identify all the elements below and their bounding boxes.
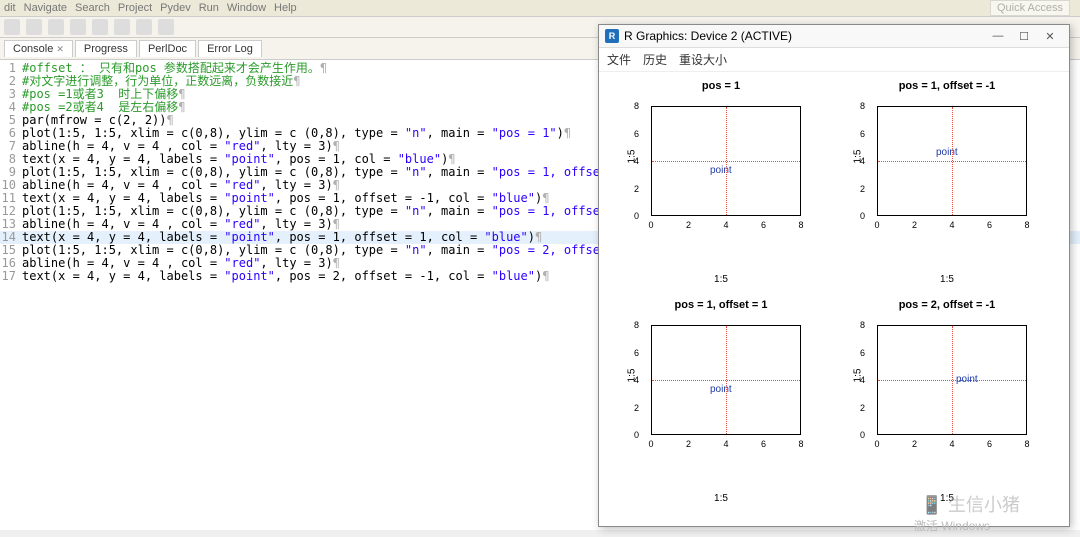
r-window-menubar[interactable]: 文件历史重设大小 <box>599 48 1069 72</box>
r-icon: R <box>605 29 619 43</box>
menu-window[interactable]: Window <box>227 2 266 14</box>
plot-grid: pos = 1point02468024681:51:5pos = 1, off… <box>599 72 1069 520</box>
minimize-button[interactable]: — <box>985 30 1011 42</box>
tab-error-log[interactable]: Error Log <box>198 40 262 57</box>
activate-windows: 激活 Windows <box>914 517 990 534</box>
tab-progress[interactable]: Progress <box>75 40 137 57</box>
toolbar-icon[interactable] <box>70 19 86 35</box>
r-menu-item[interactable]: 重设大小 <box>679 53 727 67</box>
menu-dit[interactable]: dit <box>4 2 16 14</box>
r-window-title: R Graphics: Device 2 (ACTIVE) <box>624 29 792 43</box>
plot-title: pos = 1, offset = -1 <box>837 80 1057 92</box>
point-label: point <box>710 165 732 176</box>
main-menubar[interactable]: dit Navigate Search Project Pydev Run Window He… <box>0 0 1080 17</box>
maximize-button[interactable]: ☐ <box>1011 30 1037 43</box>
plot: pos = 1point02468024681:51:5 <box>611 80 831 293</box>
point-label: point <box>936 147 958 158</box>
toolbar-icon[interactable] <box>114 19 130 35</box>
toolbar-icon[interactable] <box>92 19 108 35</box>
menu-navigate[interactable]: Navigate <box>24 2 67 14</box>
watermark: 📱 生信小猪 <box>921 491 1020 517</box>
menu-pydev[interactable]: Pydev <box>160 2 191 14</box>
plot-box: point <box>877 106 1027 216</box>
plot: pos = 1, offset = -1point02468024681:51:… <box>837 80 1057 293</box>
plot-box: point <box>651 325 801 435</box>
menu-project[interactable]: Project <box>118 2 152 14</box>
r-menu-item[interactable]: 文件 <box>607 53 631 67</box>
toolbar-icon[interactable] <box>26 19 42 35</box>
menu-search[interactable]: Search <box>75 2 110 14</box>
tab-console[interactable]: Console✕ <box>4 40 73 57</box>
plot: pos = 1, offset = 1point02468024681:51:5 <box>611 299 831 512</box>
menu-run[interactable]: Run <box>199 2 219 14</box>
menu-help[interactable]: Help <box>274 2 297 14</box>
r-window-titlebar[interactable]: R R Graphics: Device 2 (ACTIVE) — ☐ ✕ <box>599 25 1069 48</box>
plot: pos = 2, offset = -1point02468024681:51:… <box>837 299 1057 512</box>
plot-title: pos = 2, offset = -1 <box>837 299 1057 311</box>
point-label: point <box>710 384 732 395</box>
plot-title: pos = 1, offset = 1 <box>611 299 831 311</box>
r-menu-item[interactable]: 历史 <box>643 53 667 67</box>
toolbar-icon[interactable] <box>48 19 64 35</box>
point-label: point <box>956 374 978 385</box>
close-button[interactable]: ✕ <box>1037 30 1063 43</box>
toolbar-icon[interactable] <box>158 19 174 35</box>
tab-perldoc[interactable]: PerlDoc <box>139 40 196 57</box>
toolbar-icon[interactable] <box>4 19 20 35</box>
quick-access[interactable]: Quick Access <box>990 0 1070 16</box>
plot-title: pos = 1 <box>611 80 831 92</box>
r-graphics-window[interactable]: R R Graphics: Device 2 (ACTIVE) — ☐ ✕ 文件… <box>598 24 1070 527</box>
plot-box: point <box>877 325 1027 435</box>
toolbar-icon[interactable] <box>136 19 152 35</box>
plot-box: point <box>651 106 801 216</box>
